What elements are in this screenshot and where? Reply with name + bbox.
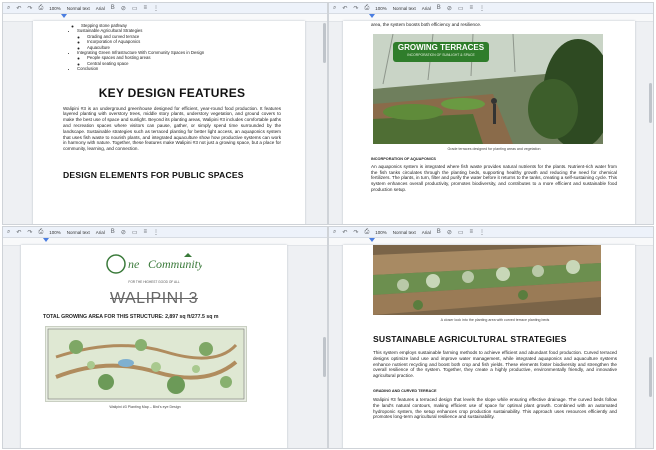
indent-marker[interactable] — [369, 14, 375, 18]
planting-map-drawing — [47, 328, 245, 400]
redo-icon[interactable]: ↷ — [353, 229, 358, 236]
area-line: TOTAL GROWING AREA FOR THIS STRUCTURE: 2… — [43, 314, 219, 320]
style-select[interactable]: Normal text — [393, 6, 416, 11]
align-icon[interactable]: ≡ — [144, 5, 148, 11]
scrollbar[interactable] — [323, 23, 326, 63]
comment-icon[interactable]: ▭ — [458, 229, 464, 236]
zoom-select[interactable]: 100% — [49, 6, 61, 11]
link-icon[interactable]: ⊘ — [447, 5, 452, 12]
scrollbar[interactable] — [323, 337, 326, 377]
body-paragraph: This system employs sustainable farming … — [373, 350, 617, 379]
more-icon[interactable]: ⋮ — [479, 229, 485, 236]
map-caption: Walipini #3 Planting Map – Bird's eye De… — [109, 405, 181, 409]
zoom-select[interactable]: 100% — [375, 6, 387, 11]
zoom-select[interactable]: 100% — [375, 230, 387, 235]
bold-icon[interactable]: B — [437, 5, 441, 11]
list-item: Integrating Green Infrastructure With Co… — [77, 50, 281, 66]
editor-toolbar: ⌕ ↶ ↷ ⎙ 100% Normal text Arial B ⊘ ▭ ≡ ⋮ — [329, 3, 653, 14]
bold-icon[interactable]: B — [111, 5, 115, 11]
editor-toolbar: ⌕ ↶ ↷ ⎙ 100% Normal text Arial B ⊘ ▭ ≡ ⋮ — [3, 227, 327, 238]
redo-icon[interactable]: ↷ — [353, 5, 358, 12]
style-select[interactable]: Normal text — [67, 6, 90, 11]
logo: ne Community FOR THE HIGHEST GOOD OF ALL — [21, 251, 287, 284]
section-heading: KEY DESIGN FEATURES — [98, 85, 246, 100]
document-title: WALIPINI 3 — [110, 290, 198, 307]
document-page[interactable]: Stepping stone pathway Sustainable Agric… — [33, 21, 305, 224]
search-icon[interactable]: ⌕ — [7, 5, 10, 12]
section-heading-2: DESIGN ELEMENTS FOR PUBLIC SPACES — [63, 170, 244, 181]
search-icon[interactable]: ⌕ — [7, 229, 10, 236]
body-paragraph: An aquaponics system is integrated where… — [371, 163, 617, 192]
print-icon[interactable]: ⎙ — [364, 5, 369, 12]
more-icon[interactable]: ⋮ — [153, 5, 159, 12]
more-icon[interactable]: ⋮ — [153, 229, 159, 236]
align-icon[interactable]: ≡ — [144, 229, 148, 235]
style-select[interactable]: Normal text — [393, 230, 416, 235]
document-page[interactable]: area, the system boosts both efficiency … — [343, 21, 635, 224]
logo-tagline: FOR THE HIGHEST GOOD OF ALL — [128, 280, 180, 284]
indent-marker[interactable] — [43, 238, 49, 242]
doc-window-3: ⌕ ↶ ↷ ⎙ 100% Normal text Arial B ⊘ ▭ ≡ ⋮… — [2, 226, 328, 449]
undo-icon[interactable]: ↶ — [342, 5, 347, 12]
font-select[interactable]: Arial — [422, 6, 431, 11]
search-icon[interactable]: ⌕ — [333, 5, 336, 12]
print-icon[interactable]: ⎙ — [38, 5, 43, 12]
bold-icon[interactable]: B — [437, 229, 441, 235]
align-icon[interactable]: ≡ — [470, 229, 474, 235]
svg-text:ne: ne — [128, 257, 140, 271]
font-select[interactable]: Arial — [96, 230, 105, 235]
style-select[interactable]: Normal text — [67, 230, 90, 235]
undo-icon[interactable]: ↶ — [16, 229, 21, 236]
link-icon[interactable]: ⊘ — [121, 229, 126, 236]
document-page[interactable]: ne Community FOR THE HIGHEST GOOD OF ALL… — [21, 245, 287, 448]
svg-text:Community: Community — [148, 257, 202, 271]
comment-icon[interactable]: ▭ — [132, 229, 138, 236]
doc-window-2: ⌕ ↶ ↷ ⎙ 100% Normal text Arial B ⊘ ▭ ≡ ⋮… — [328, 2, 654, 225]
body-paragraph-2: Walipini #3 features a terraced design t… — [373, 396, 617, 420]
banner-title: GROWING TERRACES — [397, 42, 485, 52]
editor-toolbar: ⌕ ↶ ↷ ⎙ 100% Normal text Arial B ⊘ ▭ ≡ ⋮ — [3, 3, 327, 14]
font-select[interactable]: Arial — [96, 6, 105, 11]
terrace-illustration — [373, 245, 601, 315]
search-icon[interactable]: ⌕ — [333, 229, 336, 236]
list-item: Sustainable Agricultural Strategies Grad… — [77, 28, 281, 50]
redo-icon[interactable]: ↷ — [27, 5, 32, 12]
planting-map — [45, 326, 247, 402]
align-icon[interactable]: ≡ — [470, 5, 474, 11]
print-icon[interactable]: ⎙ — [364, 229, 369, 236]
body-line: area, the system boosts both efficiency … — [371, 22, 482, 27]
banner-subtitle: INCORPORATION OF SUNLIGHT & SPACE — [407, 52, 475, 57]
comment-icon[interactable]: ▭ — [458, 5, 464, 12]
font-select[interactable]: Arial — [422, 230, 431, 235]
more-icon[interactable]: ⋮ — [479, 5, 485, 12]
comment-icon[interactable]: ▭ — [132, 5, 138, 12]
link-icon[interactable]: ⊘ — [121, 5, 126, 12]
one-community-logo: ne Community — [106, 253, 204, 274]
section-heading: SUSTAINABLE AGRICULTURAL STRATEGIES — [373, 334, 567, 344]
redo-icon[interactable]: ↷ — [27, 229, 32, 236]
terraces-banner: GROWING TERRACES INCORPORATION OF SUNLIG… — [393, 41, 489, 62]
doc-window-4: ⌕ ↶ ↷ ⎙ 100% Normal text Arial B ⊘ ▭ ≡ ⋮ — [328, 226, 654, 449]
indent-marker[interactable] — [61, 14, 67, 18]
body-paragraph: Walipini #3 is an underground greenhouse… — [63, 105, 281, 152]
link-icon[interactable]: ⊘ — [447, 229, 452, 236]
bold-icon[interactable]: B — [111, 229, 115, 235]
terrace-photo — [373, 245, 601, 315]
indent-marker[interactable] — [369, 238, 375, 242]
zoom-select[interactable]: 100% — [49, 230, 61, 235]
doc-window-1: ⌕ ↶ ↷ ⎙ 100% Normal text Arial B ⊘ ▭ ≡ ⋮… — [2, 2, 328, 225]
greenhouse-photo: GROWING TERRACES INCORPORATION OF SUNLIG… — [373, 33, 603, 144]
scrollbar[interactable] — [649, 83, 652, 123]
print-icon[interactable]: ⎙ — [38, 229, 43, 236]
undo-icon[interactable]: ↶ — [16, 5, 21, 12]
scrollbar[interactable] — [649, 357, 652, 397]
editor-toolbar: ⌕ ↶ ↷ ⎙ 100% Normal text Arial B ⊘ ▭ ≡ ⋮ — [329, 227, 653, 238]
document-page[interactable]: A closer look into the planting area wit… — [343, 245, 635, 448]
undo-icon[interactable]: ↶ — [342, 229, 347, 236]
